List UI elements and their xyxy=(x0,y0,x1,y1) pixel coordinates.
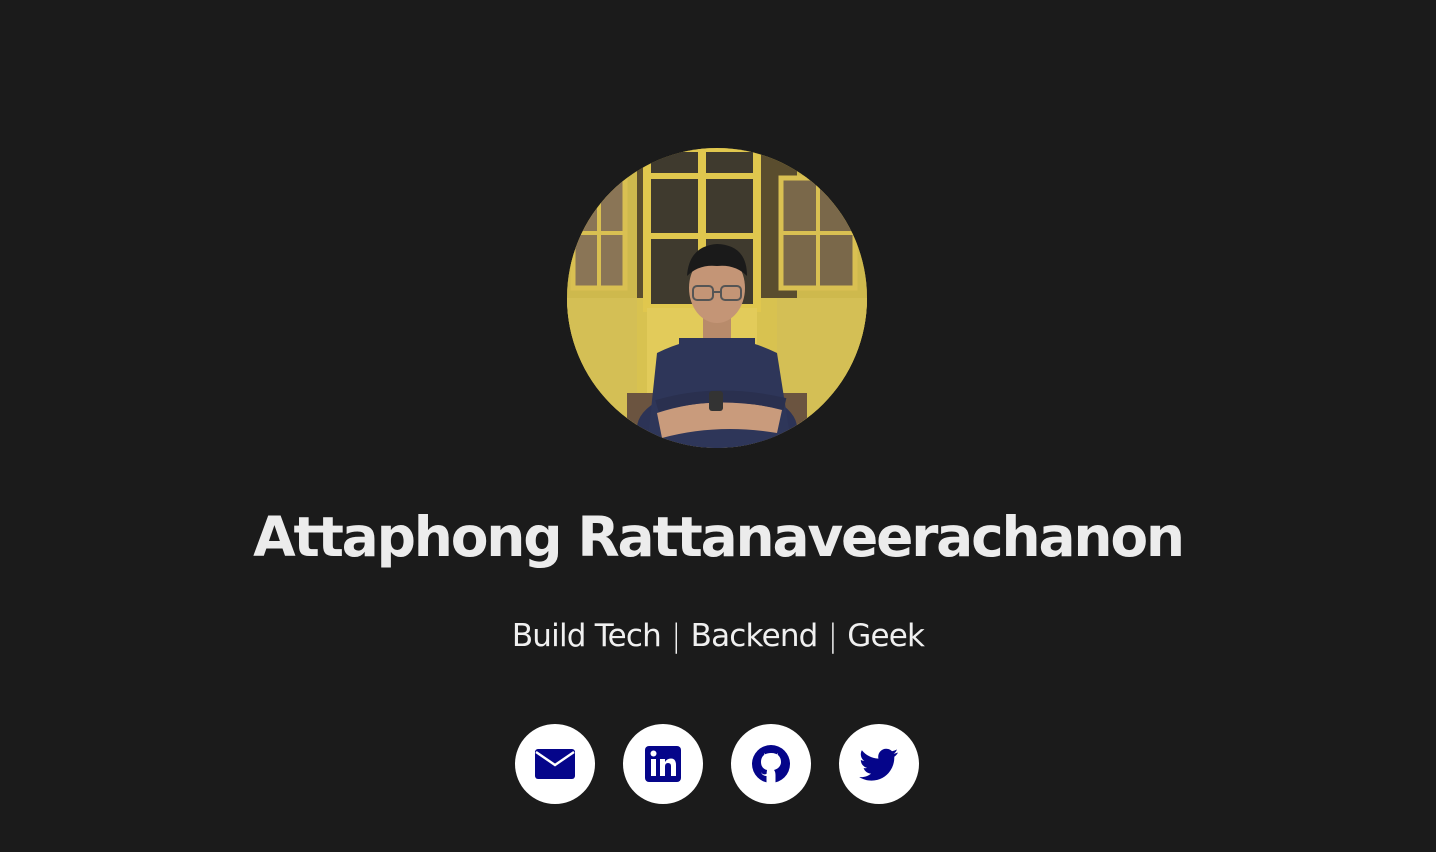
social-links xyxy=(515,724,919,804)
email-button[interactable] xyxy=(515,724,595,804)
tagline-item-backend: Backend xyxy=(690,618,819,654)
twitter-icon xyxy=(859,748,898,781)
envelope-icon xyxy=(535,749,575,779)
tagline-separator: | xyxy=(827,618,838,654)
profile-page: Attaphong Rattanaveerachanon Build Tech |… xyxy=(0,0,1436,852)
github-icon xyxy=(752,745,790,783)
profile-tagline: Build Tech | Backend | Geek xyxy=(0,614,1436,658)
linkedin-icon xyxy=(645,746,681,782)
tagline-item-build-tech: Build Tech xyxy=(511,618,662,654)
tagline-item-geek: Geek xyxy=(847,618,925,654)
profile-avatar xyxy=(567,148,867,448)
tagline-separator: | xyxy=(670,618,681,654)
profile-name: Attaphong Rattanaveerachanon xyxy=(253,505,1185,569)
twitter-button[interactable] xyxy=(839,724,919,804)
linkedin-button[interactable] xyxy=(623,724,703,804)
github-button[interactable] xyxy=(731,724,811,804)
profile-photo xyxy=(567,148,867,448)
